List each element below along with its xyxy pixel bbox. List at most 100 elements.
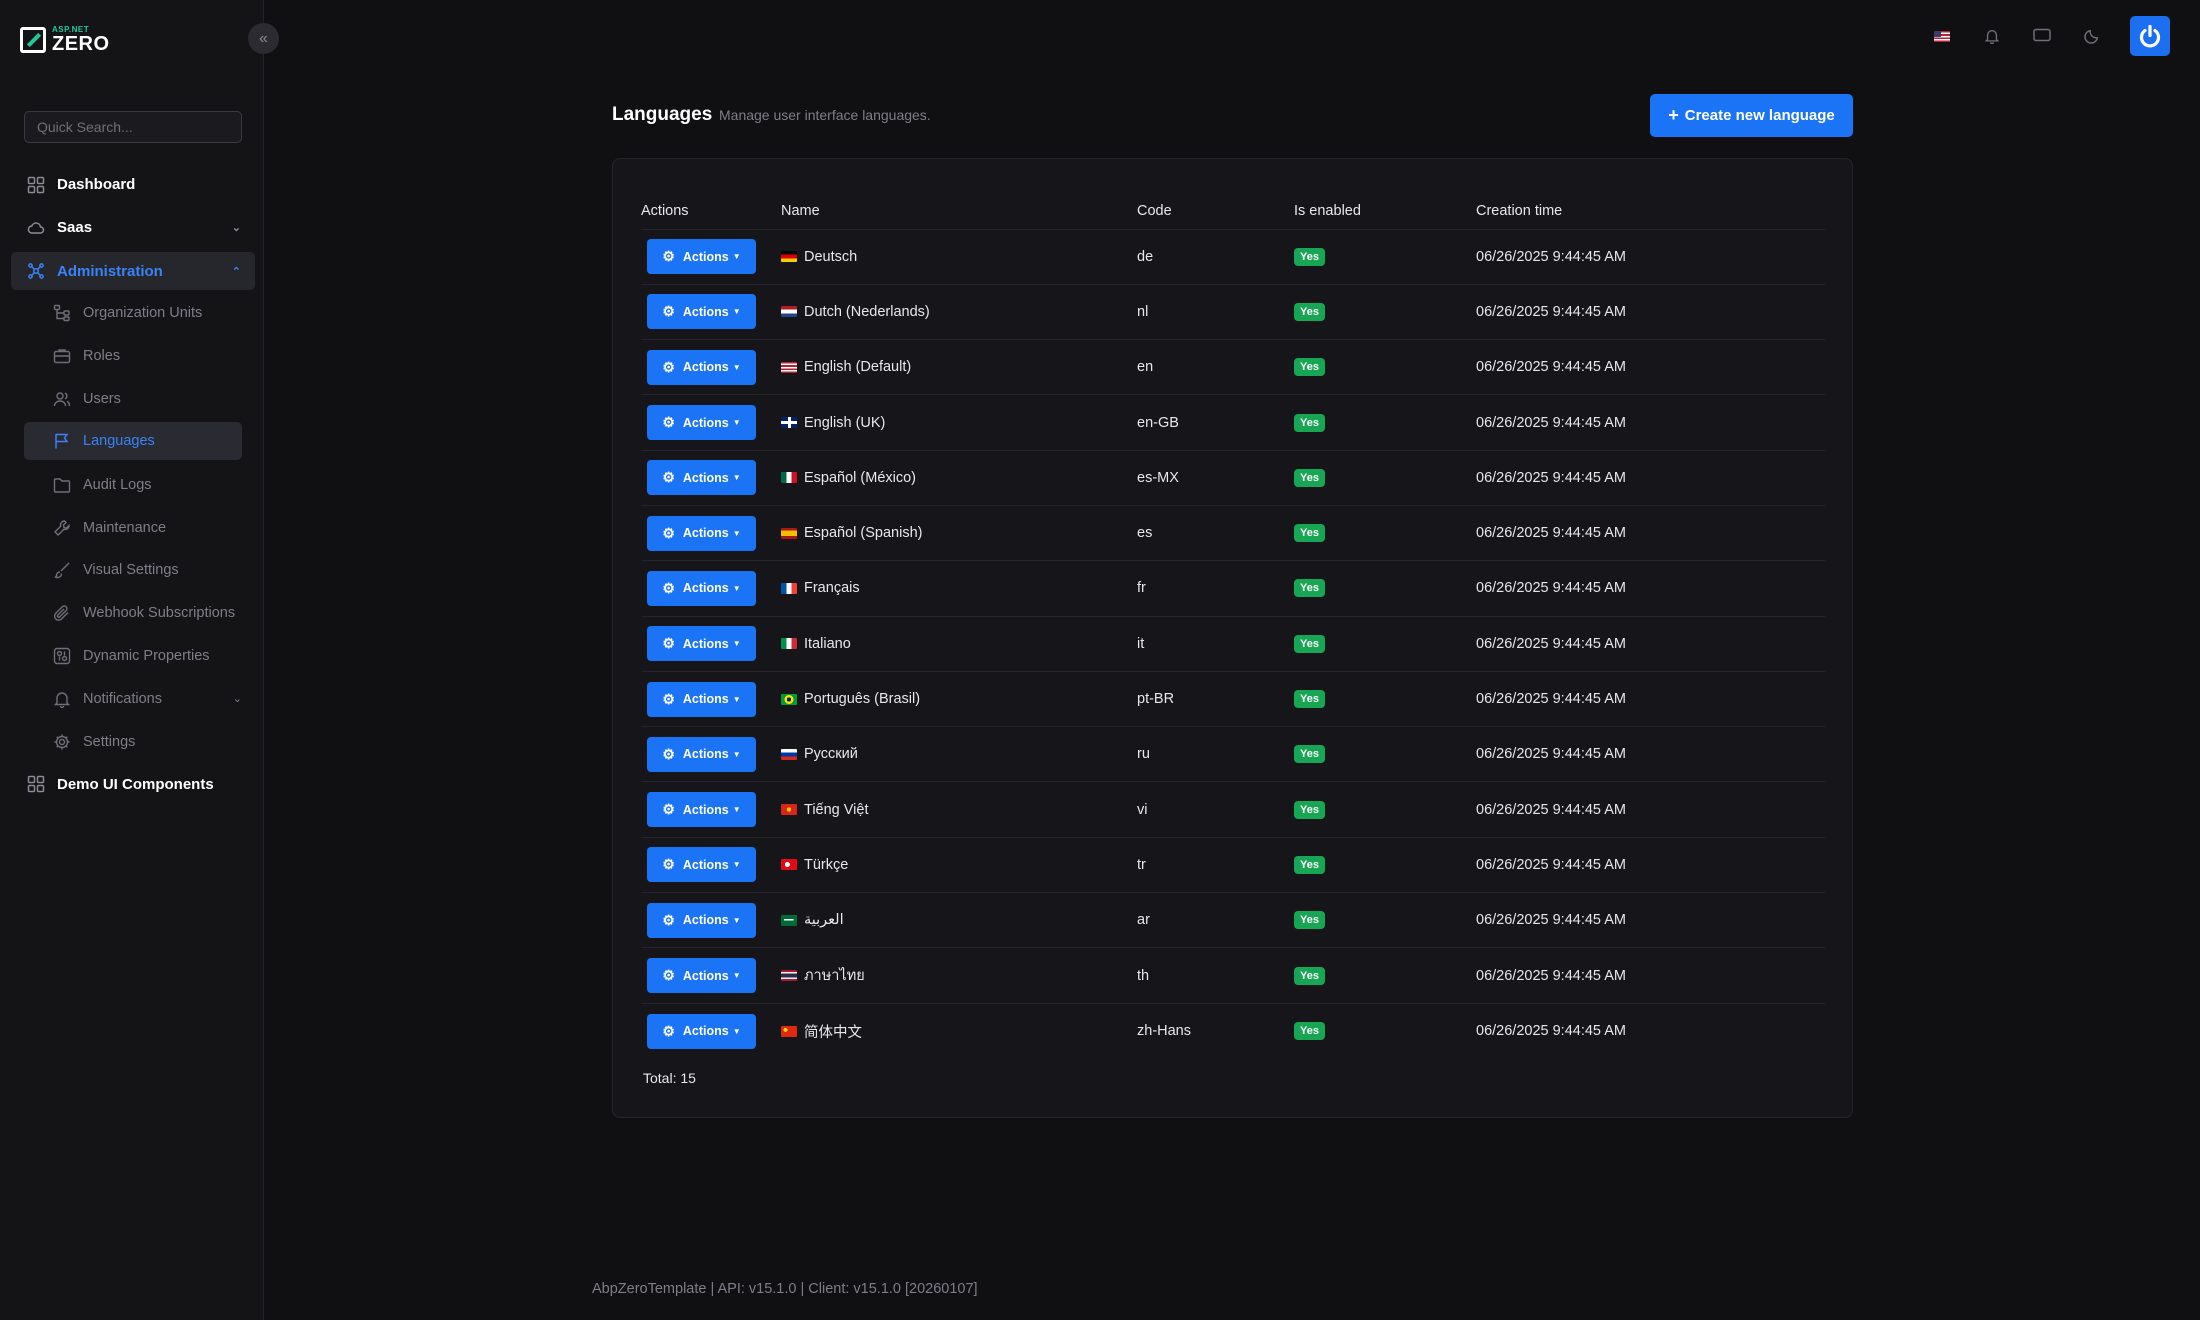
sidebar-item-maintenance[interactable]: Maintenance (24, 506, 242, 549)
language-name: English (UK) (804, 414, 886, 431)
row-actions-button[interactable]: ⚙ Actions ▼ (647, 1013, 756, 1049)
create-new-language-button[interactable]: + Create new language (1650, 94, 1853, 137)
language-name: ภาษาไทย (804, 968, 865, 984)
language-code: ar (1137, 892, 1294, 949)
table-row: ⚙ Actions ▼ Deutsch de Yes 06/26/2025 9:… (641, 229, 1825, 285)
gear-icon: ⚙ (662, 1022, 675, 1039)
row-actions-button[interactable]: ⚙ Actions ▼ (647, 349, 756, 385)
sidebar-item-label: Saas (57, 219, 93, 236)
caret-down-icon: ▼ (732, 805, 741, 815)
language-name: 简体中文 (804, 1024, 862, 1041)
language-code: zh-Hans (1137, 1023, 1191, 1040)
caret-down-icon: ▼ (732, 694, 741, 704)
creation-time: 06/26/2025 9:44:45 AM (1476, 450, 1825, 506)
actions-label: Actions (682, 360, 729, 375)
language-flag-icon (781, 417, 797, 429)
language-name: Dutch (Nederlands) (804, 303, 930, 320)
sidebar-collapse-button[interactable]: « (248, 23, 279, 54)
caret-down-icon: ▼ (732, 860, 741, 870)
row-actions-button[interactable]: ⚙ Actions ▼ (647, 239, 756, 275)
enabled-badge: Yes (1294, 855, 1325, 874)
theme-toggle-button[interactable] (2080, 24, 2104, 48)
sidebar-item-users[interactable]: Users (24, 378, 242, 421)
sidebar-item-webhook-subscriptions[interactable]: Webhook Subscriptions (24, 592, 242, 635)
row-actions-button[interactable]: ⚙ Actions ▼ (647, 902, 756, 938)
row-actions-button[interactable]: ⚙ Actions ▼ (647, 460, 756, 496)
row-actions-button[interactable]: ⚙ Actions ▼ (647, 405, 756, 441)
enabled-badge: Yes (1294, 247, 1325, 266)
row-actions-button[interactable]: ⚙ Actions ▼ (647, 736, 756, 772)
logo-big-text: ZERO (52, 33, 110, 55)
sidebar-item-visual-settings[interactable]: Visual Settings (24, 549, 242, 592)
row-actions-button[interactable]: ⚙ Actions ▼ (647, 294, 756, 330)
sidebar-item-dynamic-properties[interactable]: Dynamic Properties (24, 635, 242, 678)
logo[interactable]: ASP.NET ZERO (20, 26, 110, 54)
enabled-badge: Yes (1294, 911, 1325, 930)
column-header-creation-time[interactable]: Creation time (1476, 193, 1825, 230)
components-icon (27, 775, 45, 793)
sidebar: ASP.NET ZERO Dashboard Saas ⌄ Administra… (0, 0, 264, 1320)
column-header-is-enabled[interactable]: Is enabled (1294, 193, 1476, 230)
sidebar-item-organization-units[interactable]: Organization Units (24, 292, 242, 335)
sidebar-item-dashboard[interactable]: Dashboard (11, 163, 255, 206)
creation-time: 06/26/2025 9:44:45 AM (1476, 1023, 1626, 1040)
gear-icon: ⚙ (662, 524, 675, 541)
language-code: it (1137, 616, 1294, 672)
row-actions-button[interactable]: ⚙ Actions ▼ (647, 515, 756, 551)
caret-down-icon: ▼ (732, 915, 741, 925)
gear-icon: ⚙ (662, 358, 675, 375)
actions-label: Actions (682, 857, 729, 872)
language-name: العربية (804, 912, 844, 929)
caret-down-icon: ▼ (732, 971, 741, 980)
sidebar-item-roles[interactable]: Roles (24, 335, 242, 378)
actions-label: Actions (682, 802, 729, 817)
column-header-code[interactable]: Code (1137, 193, 1294, 230)
chevron-down-icon: ⌄ (232, 693, 242, 706)
sidebar-item-label: Maintenance (83, 519, 167, 536)
language-flag-icon (781, 472, 797, 484)
quick-search-input[interactable] (24, 111, 242, 143)
sidebar-item-label: Settings (83, 733, 136, 750)
sidebar-item-label: Dynamic Properties (83, 647, 210, 664)
actions-label: Actions (682, 526, 729, 541)
row-actions-button[interactable]: ⚙ Actions ▼ (647, 681, 756, 717)
sidebar-item-languages[interactable]: Languages (24, 422, 242, 461)
caret-down-icon: ▼ (732, 362, 741, 372)
language-code: fr (1137, 560, 1294, 617)
table-row: ⚙ Actions ▼ Italiano it Yes 06/26/2025 9… (641, 616, 1825, 672)
sidebar-item-settings[interactable]: Settings (24, 720, 242, 763)
enabled-badge: Yes (1294, 634, 1325, 653)
chat-button[interactable] (2030, 24, 2054, 48)
actions-label: Actions (682, 415, 729, 430)
row-actions-button[interactable]: ⚙ Actions ▼ (647, 626, 756, 662)
power-icon (2139, 24, 2161, 48)
creation-time: 06/26/2025 9:44:45 AM (1476, 781, 1825, 838)
sidebar-item-notifications[interactable]: Notifications ⌄ (24, 677, 242, 720)
notifications-button[interactable] (1980, 24, 2004, 48)
table-row: ⚙ Actions ▼ ภาษาไทย th Yes 06/26/2025 9:… (641, 947, 1825, 1004)
row-actions-button[interactable]: ⚙ Actions ▼ (647, 570, 756, 606)
sidebar-item-saas[interactable]: Saas ⌄ (11, 206, 255, 249)
sidebar-item-demo-ui-components[interactable]: Demo UI Components (11, 763, 255, 806)
column-header-name[interactable]: Name (781, 193, 1137, 230)
language-code: vi (1137, 781, 1294, 838)
enabled-badge: Yes (1294, 966, 1325, 985)
brush-icon (53, 561, 71, 579)
actions-label: Actions (682, 1024, 729, 1039)
caret-down-icon: ▼ (732, 1026, 741, 1036)
sidebar-item-audit-logs[interactable]: Audit Logs (24, 463, 242, 506)
row-actions-button[interactable]: ⚙ Actions ▼ (647, 958, 756, 993)
user-menu-button[interactable] (2130, 16, 2170, 56)
actions-label: Actions (682, 249, 729, 264)
row-actions-button[interactable]: ⚙ Actions ▼ (647, 792, 756, 828)
bell-icon (1984, 30, 2000, 44)
gear-icon: ⚙ (662, 967, 675, 983)
row-actions-button[interactable]: ⚙ Actions ▼ (647, 847, 756, 883)
sidebar-item-administration[interactable]: Administration ⌃ (11, 252, 255, 290)
language-switcher[interactable] (1930, 24, 1954, 48)
language-name: Português (Brasil) (804, 691, 921, 708)
creation-time: 06/26/2025 9:44:45 AM (1476, 229, 1825, 285)
languages-table: Actions Name Code Is enabled Creation ti… (641, 193, 1825, 1058)
language-name: Tiếng Việt (804, 801, 869, 818)
gear-icon: ⚙ (662, 469, 675, 486)
